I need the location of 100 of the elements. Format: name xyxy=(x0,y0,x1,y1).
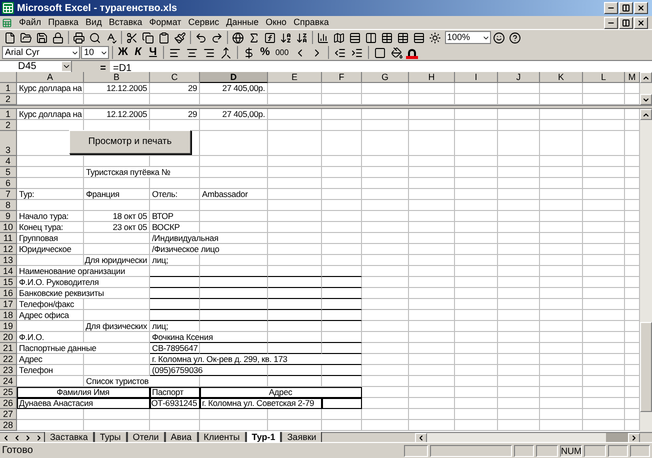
zoom-field[interactable]: 100% xyxy=(445,31,491,44)
sheet-tab[interactable]: Туры xyxy=(94,432,127,442)
brush-icon[interactable] xyxy=(172,30,188,45)
close-button[interactable] xyxy=(634,2,648,14)
preview-print-button[interactable]: Просмотр и печать xyxy=(69,130,191,154)
scroll-left-button[interactable] xyxy=(415,432,427,442)
menu-item[interactable]: Справка xyxy=(294,16,329,30)
italic-button[interactable]: К xyxy=(131,44,145,61)
sun-icon[interactable] xyxy=(427,30,443,45)
row-header[interactable]: 19 xyxy=(0,321,17,332)
fill-in-line[interactable] xyxy=(322,310,362,321)
column-header[interactable]: E xyxy=(268,72,322,83)
column-header[interactable]: K xyxy=(540,72,583,83)
row-header[interactable]: 16 xyxy=(0,288,17,299)
row-header[interactable]: 4 xyxy=(0,156,17,167)
column-header[interactable]: C xyxy=(150,72,200,83)
fill-in-line[interactable] xyxy=(268,365,322,376)
fill-in-line[interactable] xyxy=(200,299,268,310)
fill-in-line[interactable] xyxy=(322,266,362,277)
copy-icon[interactable] xyxy=(140,30,156,45)
percent-button[interactable]: % xyxy=(258,44,272,61)
function-icon[interactable] xyxy=(262,30,278,45)
globe-icon[interactable] xyxy=(230,30,246,45)
printer-icon[interactable] xyxy=(71,30,87,45)
row-header[interactable]: 17 xyxy=(0,299,17,310)
row-header[interactable]: 8 xyxy=(0,200,17,211)
column-header[interactable]: B xyxy=(84,72,150,83)
spreadsheet-icon[interactable] xyxy=(2,18,12,28)
row-header[interactable]: 20 xyxy=(0,332,17,343)
fill-in-line[interactable] xyxy=(268,266,322,277)
menu-item[interactable]: Формат xyxy=(149,16,182,30)
chart-icon[interactable] xyxy=(315,30,331,45)
sheet-tab[interactable]: Тур-1 xyxy=(246,432,282,442)
fill-in-line[interactable] xyxy=(268,277,322,288)
column-header[interactable]: I xyxy=(455,72,498,83)
column-header[interactable]: G xyxy=(362,72,409,83)
scroll-thumb[interactable] xyxy=(606,433,628,442)
fill-in-line[interactable] xyxy=(322,288,362,299)
column-header[interactable]: A xyxy=(17,72,84,83)
column-header[interactable]: M xyxy=(625,72,640,83)
save-icon[interactable] xyxy=(34,30,50,45)
column-header[interactable]: J xyxy=(498,72,540,83)
fill-in-line[interactable] xyxy=(322,365,362,376)
menu-item[interactable]: Правка xyxy=(48,16,79,30)
row-header[interactable]: 11 xyxy=(0,233,17,244)
fill-in-line[interactable] xyxy=(200,277,268,288)
fill-in-line[interactable] xyxy=(268,310,322,321)
menu-item[interactable]: Вид xyxy=(86,16,102,30)
row-header[interactable]: 28 xyxy=(0,420,17,431)
folder-icon[interactable] xyxy=(18,30,34,45)
fill-in-line[interactable] xyxy=(268,288,322,299)
row-header[interactable]: 25 xyxy=(0,387,17,398)
row-header[interactable]: 12 xyxy=(0,244,17,255)
columns-icon[interactable] xyxy=(363,30,379,45)
row-header[interactable]: 14 xyxy=(0,266,17,277)
fill-in-line[interactable] xyxy=(200,310,268,321)
scroll-up-button[interactable] xyxy=(640,72,652,83)
fill-in-line[interactable] xyxy=(200,343,268,354)
fill-in-line[interactable] xyxy=(200,288,268,299)
row-header[interactable]: 18 xyxy=(0,310,17,321)
minimize-button[interactable] xyxy=(604,16,618,28)
column-header[interactable]: L xyxy=(583,72,625,83)
scroll-down-button[interactable] xyxy=(640,94,652,105)
fill-in-line[interactable] xyxy=(150,277,200,288)
row-header[interactable]: 7 xyxy=(0,189,17,200)
fill-in-line[interactable] xyxy=(268,299,322,310)
restore-button[interactable] xyxy=(619,16,633,28)
row-header[interactable]: 1 xyxy=(0,83,17,94)
row-header[interactable]: 2 xyxy=(0,120,17,131)
sheet-tab[interactable]: Заявки xyxy=(281,432,322,442)
map-icon[interactable] xyxy=(331,30,347,45)
sheet-tab[interactable]: Заставка xyxy=(44,432,94,442)
menu-item[interactable]: Окно xyxy=(266,16,287,30)
dropdown-arrow-icon[interactable] xyxy=(62,62,71,71)
row-header[interactable]: 21 xyxy=(0,343,17,354)
fill-in-line[interactable] xyxy=(150,299,200,310)
table-icon[interactable] xyxy=(379,30,395,45)
row-header[interactable]: 15 xyxy=(0,277,17,288)
minimize-button[interactable] xyxy=(604,2,618,14)
borders-icon[interactable] xyxy=(372,45,388,60)
fill-in-line[interactable] xyxy=(200,266,268,277)
row-header[interactable]: 13 xyxy=(0,255,17,266)
fill-in-line[interactable] xyxy=(322,299,362,310)
help-icon[interactable] xyxy=(507,30,523,45)
lock-icon[interactable] xyxy=(50,30,66,45)
fill-in-line[interactable] xyxy=(322,343,362,354)
fill-in-line[interactable] xyxy=(268,332,322,343)
column-header[interactable]: F xyxy=(322,72,362,83)
menu-item[interactable]: Данные xyxy=(226,16,259,30)
rows-icon[interactable] xyxy=(347,30,363,45)
grid-icon[interactable] xyxy=(395,30,411,45)
underline-button[interactable]: Ч xyxy=(146,44,160,61)
row-header[interactable]: 5 xyxy=(0,167,17,178)
row-header[interactable]: 22 xyxy=(0,354,17,365)
menu-item[interactable]: Сервис xyxy=(188,16,220,30)
select-all-button[interactable] xyxy=(0,72,17,83)
bold-button[interactable]: Ж xyxy=(116,44,130,61)
scroll-up-button[interactable] xyxy=(640,109,652,120)
fill-in-line[interactable] xyxy=(322,277,362,288)
search-icon[interactable] xyxy=(87,30,103,45)
